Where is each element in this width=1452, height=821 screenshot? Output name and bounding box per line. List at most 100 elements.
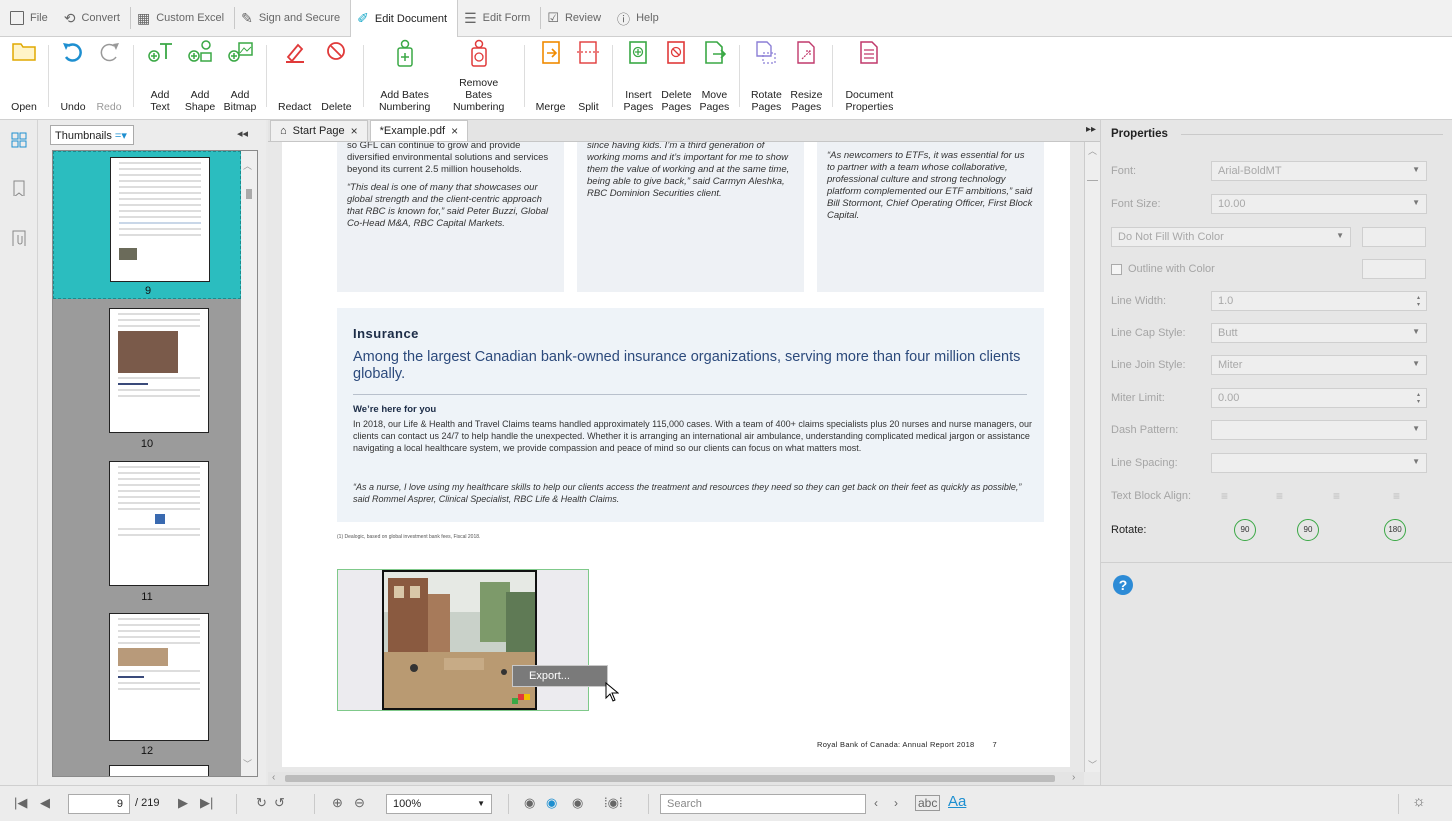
page-number-input[interactable]: 9 [68, 794, 130, 814]
menu-edit-form[interactable]: ☰ Edit Form [458, 0, 540, 37]
scroll-thumb[interactable] [1087, 180, 1098, 181]
context-menu-export[interactable]: Export... [512, 665, 608, 687]
zoom-out-icon[interactable]: ⊖ [354, 795, 365, 811]
document-horizontal-scrollbar[interactable]: ‹ › [268, 772, 1084, 785]
menu-edit-document[interactable]: ✐ Edit Document [350, 0, 459, 38]
previous-page-icon[interactable]: ◀ [40, 795, 50, 811]
scroll-left-icon[interactable]: ‹ [272, 772, 275, 783]
font-select[interactable]: Arial-BoldMT ▼ [1211, 161, 1427, 181]
align-center-icon[interactable]: ≡ [1276, 489, 1283, 503]
zoom-in-icon[interactable]: ⊕ [332, 795, 343, 811]
close-icon[interactable]: × [451, 124, 458, 138]
font-size-select[interactable]: 10.00 ▼ [1211, 194, 1427, 214]
rotate-pages-button[interactable]: Rotate Pages [746, 37, 786, 113]
outline-checkbox[interactable] [1111, 263, 1122, 275]
fill-color-swatch[interactable] [1362, 227, 1426, 247]
thumbnails-view-icon[interactable] [11, 132, 27, 148]
align-left-icon[interactable]: ≡ [1221, 489, 1228, 503]
close-icon[interactable]: × [351, 124, 358, 138]
selected-image-frame[interactable] [337, 569, 589, 711]
last-page-icon[interactable]: ▶| [200, 795, 213, 811]
scroll-thumb[interactable] [285, 775, 1055, 782]
match-case-toggle[interactable]: Aa [948, 793, 966, 810]
view-split-icon[interactable]: ⁞◉⁞ [604, 795, 623, 811]
redact-button[interactable]: Redact [273, 37, 316, 113]
dash-select[interactable]: ▼ [1211, 420, 1427, 440]
line-join-select[interactable]: Miter ▼ [1211, 355, 1427, 375]
brightness-icon[interactable]: ☼ [1412, 793, 1426, 810]
rotate-ccw-icon[interactable]: ↺ [274, 795, 285, 811]
scroll-thumb[interactable] [246, 189, 252, 199]
undo-button[interactable]: Undo [55, 37, 91, 113]
menu-custom-excel[interactable]: ▦ Custom Excel [131, 0, 234, 37]
scroll-right-icon[interactable]: › [1072, 772, 1075, 783]
attachments-icon[interactable] [11, 230, 27, 246]
redo-button[interactable]: Redo [91, 37, 127, 113]
rotate-left-90-button[interactable]: 90 [1234, 519, 1256, 541]
thumbnail-page-11[interactable]: 11 [53, 461, 241, 611]
next-page-icon[interactable]: ▶ [178, 795, 188, 811]
rotate-cw-icon[interactable]: ↻ [256, 795, 267, 811]
scroll-down-icon[interactable]: ﹀ [243, 757, 252, 770]
scroll-up-icon[interactable]: ︿ [1088, 144, 1097, 157]
search-next-icon[interactable]: › [894, 796, 898, 810]
menu-review[interactable]: ☑ Review [541, 0, 611, 37]
bookmarks-icon[interactable] [11, 180, 27, 196]
view-single-icon[interactable]: ◉ [524, 795, 535, 811]
search-input[interactable]: Search [660, 794, 866, 814]
add-bitmap-button[interactable]: Add Bitmap [220, 37, 260, 113]
resize-pages-button[interactable]: Resize Pages [786, 37, 826, 113]
whole-word-toggle[interactable]: abc [915, 795, 941, 811]
insert-pages-button[interactable]: Insert Pages [619, 37, 657, 113]
collapse-properties-icon[interactable]: ▸▸ [1086, 124, 1096, 135]
view-facing-icon[interactable]: ◉ [572, 795, 583, 811]
left-sidebar-strip [0, 120, 38, 785]
flood-street-image[interactable] [382, 570, 537, 710]
rotate-right-90-button[interactable]: 90 [1297, 519, 1319, 541]
menu-help[interactable]: ⓘ Help [611, 0, 669, 37]
add-text-button[interactable]: Add Text [140, 37, 180, 113]
scroll-up-icon[interactable]: ︿ [243, 159, 252, 172]
line-width-spinner[interactable]: 1.0 ▴ ▾ [1211, 291, 1427, 311]
remove-bates-button[interactable]: Remove Bates Numbering [440, 37, 518, 113]
thumbnail-page-10[interactable]: 10 [53, 308, 241, 458]
document-properties-button[interactable]: Document Properties [839, 37, 899, 113]
delete-pages-button[interactable]: Delete Pages [657, 37, 695, 113]
add-bates-button[interactable]: Add Bates Numbering [370, 37, 440, 113]
align-justify-icon[interactable]: ≡ [1393, 489, 1400, 503]
line-cap-select[interactable]: Butt ▼ [1211, 323, 1427, 343]
menu-sign-secure[interactable]: ✎ Sign and Secure [235, 0, 350, 37]
fill-select[interactable]: Do Not Fill With Color ▼ [1111, 227, 1351, 247]
document-vertical-scrollbar[interactable]: ︿ ﹀ [1084, 142, 1100, 772]
thumbnail-page-13-partial[interactable] [109, 765, 209, 776]
align-right-icon[interactable]: ≡ [1333, 489, 1340, 503]
review-icon: ☑ [547, 10, 559, 25]
thumbnails-list[interactable]: 9 10 11 12 ︿ ﹀ [52, 150, 258, 777]
zoom-select[interactable]: 100% ▼ [386, 794, 492, 814]
first-page-icon[interactable]: |◀ [14, 795, 27, 811]
scroll-down-icon[interactable]: ﹀ [1088, 758, 1097, 771]
open-button[interactable]: Open [6, 37, 42, 113]
menu-convert[interactable]: ⟲ Convert [58, 0, 130, 37]
document-viewport[interactable]: so GFL can continue to grow and provide … [268, 142, 1084, 772]
help-icon[interactable]: ? [1113, 575, 1133, 595]
merge-button[interactable]: Merge [531, 37, 571, 113]
menu-file[interactable]: File [4, 0, 58, 37]
thumbnails-scrollbar[interactable]: ︿ ﹀ [241, 151, 257, 776]
miter-spinner[interactable]: 0.00 ▴ ▾ [1211, 388, 1427, 408]
outline-color-swatch[interactable] [1362, 259, 1426, 279]
thumbnails-dropdown[interactable]: Thumbnails =▾ [50, 125, 134, 145]
rotate-180-button[interactable]: 180 [1384, 519, 1406, 541]
spacing-select[interactable]: ▼ [1211, 453, 1427, 473]
delete-button[interactable]: Delete [316, 37, 356, 113]
collapse-panel-icon[interactable]: ◂◂ [237, 127, 248, 140]
view-continuous-icon[interactable]: ◉ [546, 795, 557, 811]
split-button[interactable]: Split [570, 37, 606, 113]
tab-start-page[interactable]: ⌂ Start Page × [270, 120, 368, 141]
tab-example-pdf[interactable]: *Example.pdf × [369, 120, 469, 141]
add-shape-button[interactable]: Add Shape [180, 37, 220, 113]
thumbnail-page-9[interactable]: 9 [53, 151, 241, 299]
thumbnail-page-12[interactable]: 12 [53, 613, 241, 763]
move-pages-button[interactable]: Move Pages [695, 37, 733, 113]
search-prev-icon[interactable]: ‹ [874, 796, 878, 810]
